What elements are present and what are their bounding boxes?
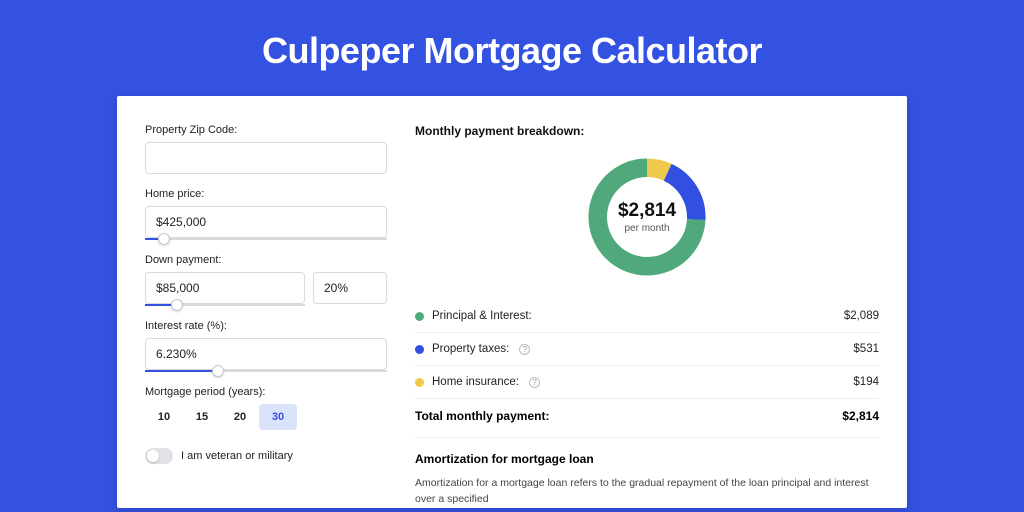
total-value: $2,814 bbox=[842, 409, 879, 423]
home-price-label: Home price: bbox=[145, 188, 387, 200]
calculator-card: Property Zip Code: Home price: Down paym… bbox=[117, 96, 907, 508]
donut-chart: $2,814 per month bbox=[582, 152, 712, 282]
interest-label: Interest rate (%): bbox=[145, 320, 387, 332]
amortization-section: Amortization for mortgage loan Amortizat… bbox=[415, 437, 879, 508]
veteran-row: I am veteran or military bbox=[145, 448, 387, 464]
legend-value: $194 bbox=[853, 376, 879, 388]
down-payment-field: Down payment: bbox=[145, 254, 387, 306]
breakdown-title: Monthly payment breakdown: bbox=[415, 124, 879, 138]
legend-label: Home insurance: bbox=[432, 376, 519, 388]
down-payment-pct-input[interactable] bbox=[313, 272, 387, 304]
legend-dot bbox=[415, 378, 424, 387]
info-icon[interactable]: ? bbox=[519, 344, 530, 355]
period-field: Mortgage period (years): 10152030 bbox=[145, 386, 387, 430]
veteran-toggle[interactable] bbox=[145, 448, 173, 464]
slider-thumb[interactable] bbox=[212, 365, 224, 377]
period-option-15[interactable]: 15 bbox=[183, 404, 221, 430]
down-payment-slider[interactable] bbox=[145, 304, 305, 306]
interest-slider[interactable] bbox=[145, 370, 387, 372]
donut-chart-wrap: $2,814 per month bbox=[415, 144, 879, 300]
inputs-column: Property Zip Code: Home price: Down paym… bbox=[145, 124, 387, 508]
home-price-input[interactable] bbox=[145, 206, 387, 238]
home-price-field: Home price: bbox=[145, 188, 387, 240]
toggle-knob bbox=[147, 450, 159, 462]
donut-sub: per month bbox=[624, 223, 669, 234]
legend-label: Property taxes: bbox=[432, 343, 509, 355]
total-row: Total monthly payment: $2,814 bbox=[415, 399, 879, 437]
legend-value: $531 bbox=[853, 343, 879, 355]
zip-field: Property Zip Code: bbox=[145, 124, 387, 174]
interest-field: Interest rate (%): bbox=[145, 320, 387, 372]
interest-input[interactable] bbox=[145, 338, 387, 370]
period-option-30[interactable]: 30 bbox=[259, 404, 297, 430]
legend-row: Property taxes:? $531 bbox=[415, 333, 879, 366]
page-title: Culpeper Mortgage Calculator bbox=[0, 0, 1024, 96]
amortization-title: Amortization for mortgage loan bbox=[415, 452, 879, 466]
total-label: Total monthly payment: bbox=[415, 409, 549, 423]
legend-dot bbox=[415, 345, 424, 354]
legend-dot bbox=[415, 312, 424, 321]
slider-thumb[interactable] bbox=[158, 233, 170, 245]
info-icon[interactable]: ? bbox=[529, 377, 540, 388]
legend-row: Principal & Interest: $2,089 bbox=[415, 300, 879, 333]
down-payment-input[interactable] bbox=[145, 272, 305, 304]
slider-thumb[interactable] bbox=[171, 299, 183, 311]
period-option-20[interactable]: 20 bbox=[221, 404, 259, 430]
legend-value: $2,089 bbox=[844, 310, 879, 322]
amortization-text: Amortization for a mortgage loan refers … bbox=[415, 476, 879, 508]
down-payment-label: Down payment: bbox=[145, 254, 387, 266]
period-label: Mortgage period (years): bbox=[145, 386, 387, 398]
home-price-slider[interactable] bbox=[145, 238, 387, 240]
veteran-label: I am veteran or military bbox=[181, 450, 293, 462]
legend-label: Principal & Interest: bbox=[432, 310, 532, 322]
zip-input[interactable] bbox=[145, 142, 387, 174]
zip-label: Property Zip Code: bbox=[145, 124, 387, 136]
donut-amount: $2,814 bbox=[618, 200, 676, 222]
period-option-10[interactable]: 10 bbox=[145, 404, 183, 430]
legend-row: Home insurance:? $194 bbox=[415, 366, 879, 399]
breakdown-column: Monthly payment breakdown: $2,814 per mo… bbox=[415, 124, 879, 508]
